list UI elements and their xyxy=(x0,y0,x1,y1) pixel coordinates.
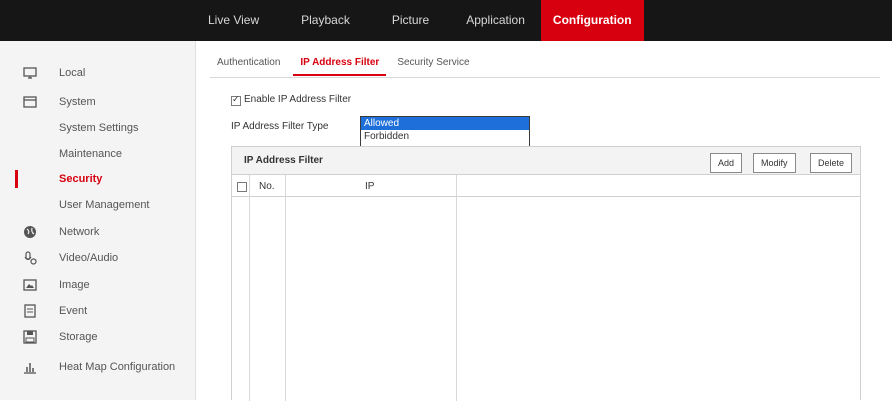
sidebar-item-label: Video/Audio xyxy=(59,252,119,264)
sidebar-item-label: Image xyxy=(59,279,90,291)
add-button[interactable]: Add xyxy=(710,153,743,173)
column-divider xyxy=(249,175,250,401)
nav-picture[interactable]: Picture xyxy=(367,0,451,41)
sub-tabs: Authentication IP Address Filter Securit… xyxy=(210,50,477,78)
delete-button[interactable]: Delete xyxy=(810,153,853,173)
heatmap-icon xyxy=(24,363,36,374)
column-header-no: No. xyxy=(259,181,275,192)
tab-ip-address-filter[interactable]: IP Address Filter xyxy=(293,50,387,76)
nav-playback[interactable]: Playback xyxy=(271,0,367,41)
sidebar-item-label: Heat Map Configuration xyxy=(59,361,176,373)
sidebar-item-label: Storage xyxy=(59,331,98,343)
sidebar-item-heat-map[interactable]: Heat Map Configuration xyxy=(0,356,196,378)
filter-type-label: IP Address Filter Type xyxy=(231,121,329,132)
sidebar-item-label: Local xyxy=(59,67,86,79)
sidebar-item-maintenance[interactable]: Maintenance xyxy=(0,143,196,165)
panel-header: IP Address Filter Add Modify Delete xyxy=(232,147,860,175)
sidebar-item-label: User Management xyxy=(59,199,150,211)
top-nav: Live View Playback Picture Application C… xyxy=(196,0,644,41)
tab-security-service[interactable]: Security Service xyxy=(390,50,476,76)
panel-title: IP Address Filter xyxy=(244,155,323,166)
sidebar-item-video-audio[interactable]: Video/Audio xyxy=(0,247,196,269)
column-divider xyxy=(456,175,457,401)
image-icon xyxy=(23,279,37,291)
column-header-ip: IP xyxy=(365,181,375,192)
enable-ip-filter-checkbox[interactable] xyxy=(231,94,241,106)
nav-configuration[interactable]: Configuration xyxy=(540,0,644,41)
enable-ip-filter-label: Enable IP Address Filter xyxy=(244,94,352,105)
sidebar-item-label: System Settings xyxy=(59,122,139,134)
table-header xyxy=(232,175,860,197)
system-icon xyxy=(23,96,37,108)
nav-live-view[interactable]: Live View xyxy=(196,0,271,41)
sidebar-item-system[interactable]: System xyxy=(0,91,196,113)
sidebar-item-label: Security xyxy=(59,173,103,185)
sidebar-item-system-settings[interactable]: System Settings xyxy=(0,117,196,139)
sidebar-item-security[interactable]: Security xyxy=(0,168,196,190)
tab-divider xyxy=(210,77,880,78)
sidebar: Local System System Settings Maintenance… xyxy=(0,41,196,400)
ip-filter-panel: IP Address Filter Add Modify Delete No. … xyxy=(231,146,861,401)
sidebar-item-label: Event xyxy=(59,305,88,317)
filter-type-option-allowed[interactable]: Allowed xyxy=(361,117,529,130)
sidebar-item-event[interactable]: Event xyxy=(0,300,196,322)
sidebar-item-image[interactable]: Image xyxy=(0,274,196,296)
filter-type-dropdown-list[interactable]: Allowed Forbidden xyxy=(360,116,530,148)
modify-button[interactable]: Modify xyxy=(753,153,796,173)
select-all-checkbox[interactable] xyxy=(237,182,247,192)
globe-icon xyxy=(24,226,36,238)
sidebar-item-local[interactable]: Local xyxy=(0,62,196,84)
sidebar-item-label: Maintenance xyxy=(59,148,122,160)
column-divider xyxy=(285,175,286,401)
audio-video-icon xyxy=(24,251,37,265)
monitor-icon xyxy=(23,67,37,79)
sidebar-item-label: Network xyxy=(59,226,100,238)
event-icon xyxy=(24,304,36,318)
nav-application[interactable]: Application xyxy=(451,0,541,41)
sidebar-item-storage[interactable]: Storage xyxy=(0,326,196,348)
sidebar-item-user-management[interactable]: User Management xyxy=(0,194,196,216)
sidebar-item-label: System xyxy=(59,96,96,108)
storage-icon xyxy=(23,330,37,344)
filter-type-option-forbidden[interactable]: Forbidden xyxy=(361,130,529,143)
tab-authentication[interactable]: Authentication xyxy=(210,50,287,76)
top-navigation-bar: Live View Playback Picture Application C… xyxy=(0,0,892,41)
sidebar-item-network[interactable]: Network xyxy=(0,221,196,243)
